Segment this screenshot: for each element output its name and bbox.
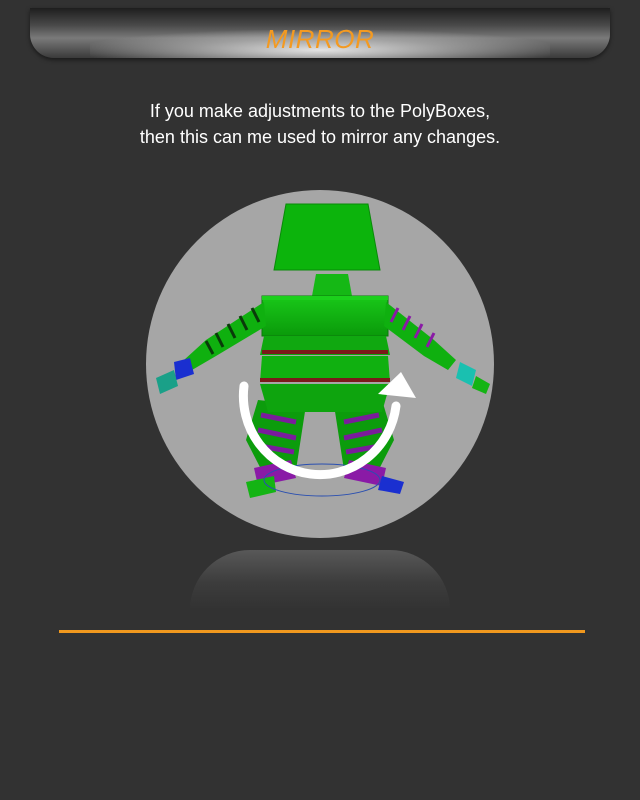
title-bar: MIRROR bbox=[30, 8, 610, 58]
torso bbox=[260, 274, 390, 412]
polybox-character-model bbox=[156, 203, 490, 498]
character-preview bbox=[146, 190, 494, 538]
description-line-1: If you make adjustments to the PolyBoxes… bbox=[149, 101, 491, 121]
floor-reflection bbox=[190, 550, 450, 610]
page-title: MIRROR bbox=[265, 24, 375, 54]
head bbox=[273, 203, 381, 271]
description-line-2: then this can me used to mirror any chan… bbox=[139, 127, 501, 147]
divider-line bbox=[59, 630, 585, 633]
description-text: If you make adjustments to the PolyBoxes… bbox=[60, 98, 580, 150]
